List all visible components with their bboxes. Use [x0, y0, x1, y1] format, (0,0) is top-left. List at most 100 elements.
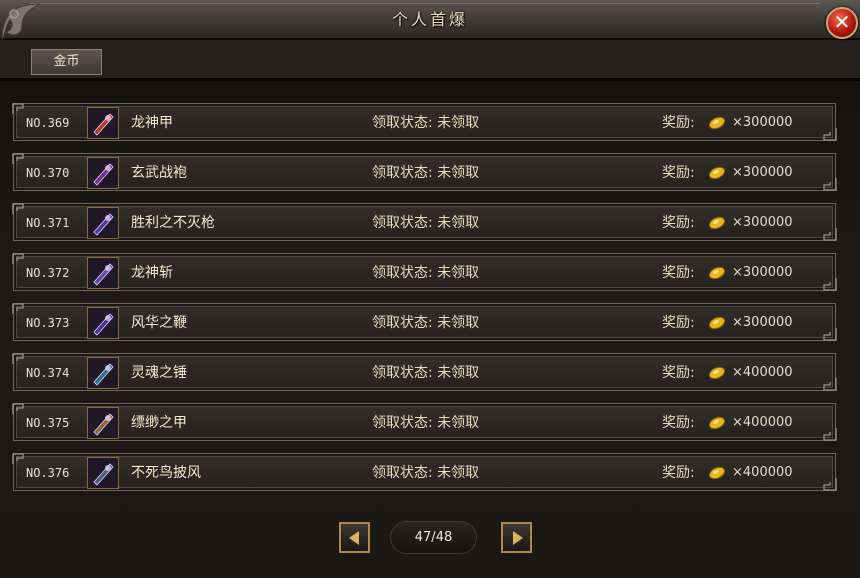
- reward-label: 奖励:: [662, 215, 695, 231]
- reward-amount-value: 400000: [742, 465, 793, 480]
- spear-item-icon[interactable]: [87, 207, 119, 239]
- tab-strip: 金币: [0, 42, 860, 78]
- row-ornament-icon: [823, 328, 837, 341]
- reward-amount-value: 300000: [742, 165, 793, 180]
- multiply-sign: ×: [732, 165, 743, 180]
- rank-number: NO.370: [26, 166, 70, 180]
- rank-number: NO.372: [26, 266, 70, 280]
- gold-coin-icon: [708, 116, 726, 130]
- reward-amount: ×300000: [732, 154, 793, 192]
- claim-status-value: 未领取: [437, 265, 480, 281]
- robe-item-icon[interactable]: [87, 157, 119, 189]
- gold-coin-icon: [708, 466, 726, 480]
- multiply-sign: ×: [732, 265, 743, 280]
- rank-number: NO.376: [26, 466, 70, 480]
- reward-amount: ×400000: [732, 354, 793, 392]
- gold-coin-icon: [708, 266, 726, 280]
- claim-status: 领取状态: 未领取: [372, 354, 479, 392]
- list-row: NO.370 玄武战袍 领取状态: 未领取 奖励: ×300000: [12, 153, 837, 192]
- cloak-item-icon[interactable]: [87, 457, 119, 489]
- list-row: NO.371 胜利之不灭枪 领取状态: 未领取 奖励: ×300000: [12, 203, 837, 242]
- gold-coin-icon: [708, 166, 726, 180]
- claim-status-value: 未领取: [437, 315, 480, 331]
- item-name: 灵魂之锤: [131, 365, 187, 381]
- reward-amount: ×300000: [732, 204, 793, 242]
- list-row: NO.374 灵魂之锤 领取状态: 未领取 奖励: ×400000: [12, 353, 837, 392]
- reward-label: 奖励:: [662, 165, 695, 181]
- reward-label: 奖励:: [662, 115, 695, 131]
- claim-status-value: 未领取: [437, 465, 480, 481]
- whip-item-icon[interactable]: [87, 307, 119, 339]
- list-row: NO.375 缥缈之甲 领取状态: 未领取 奖励: ×400000: [12, 403, 837, 442]
- reward-label: 奖励:: [662, 415, 695, 431]
- close-button[interactable]: ✕: [826, 7, 858, 39]
- reward-label: 奖励:: [662, 465, 695, 481]
- row-ornament-icon: [823, 428, 837, 441]
- gold-coin-icon: [708, 366, 726, 380]
- claim-status-value: 未领取: [437, 115, 480, 131]
- claim-status: 领取状态: 未领取: [372, 454, 479, 492]
- rank-number: NO.374: [26, 366, 70, 380]
- claim-status-label: 领取状态:: [372, 415, 438, 431]
- claim-status: 领取状态: 未领取: [372, 304, 479, 342]
- gold-coin-icon: [708, 416, 726, 430]
- arrow-right-icon: [513, 531, 523, 545]
- reward-amount: ×400000: [732, 404, 793, 442]
- hammer-item-icon[interactable]: [87, 357, 119, 389]
- reward-amount: ×300000: [732, 304, 793, 342]
- tab-gold[interactable]: 金币: [31, 49, 102, 75]
- blade-item-icon[interactable]: [87, 257, 119, 289]
- rank-number: NO.373: [26, 316, 70, 330]
- row-ornament-icon: [823, 478, 837, 491]
- list-row: NO.369 龙神甲 领取状态: 未领取 奖励: ×300000: [12, 103, 837, 142]
- claim-status-value: 未领取: [437, 415, 480, 431]
- claim-status-label: 领取状态:: [372, 315, 438, 331]
- armor-item-icon[interactable]: [87, 107, 119, 139]
- list-row: NO.372 龙神斩 领取状态: 未领取 奖励: ×300000: [12, 253, 837, 292]
- claim-status-label: 领取状态:: [372, 365, 438, 381]
- row-ornament-icon: [823, 378, 837, 391]
- first-drop-window: 个人首爆 ✕ 金币 NO.369 龙神甲 领取状态: 未领取 奖励: ×300000 NO…: [0, 0, 860, 578]
- item-name: 玄武战袍: [131, 165, 187, 181]
- claim-status: 领取状态: 未领取: [372, 404, 479, 442]
- next-page-button[interactable]: [501, 522, 532, 553]
- list-row: NO.373 风华之鞭 领取状态: 未领取 奖励: ×300000: [12, 303, 837, 342]
- reward-amount-value: 300000: [742, 115, 793, 130]
- multiply-sign: ×: [732, 215, 743, 230]
- claim-status-label: 领取状态:: [372, 215, 438, 231]
- reward-amount-value: 300000: [742, 265, 793, 280]
- rank-number: NO.371: [26, 216, 70, 230]
- armor-item-icon[interactable]: [87, 407, 119, 439]
- row-ornament-icon: [823, 178, 837, 191]
- row-ornament-icon: [823, 128, 837, 141]
- item-name: 风华之鞭: [131, 315, 187, 331]
- gold-coin-icon: [708, 316, 726, 330]
- rank-number: NO.369: [26, 116, 70, 130]
- close-icon: ✕: [833, 10, 851, 34]
- multiply-sign: ×: [732, 365, 743, 380]
- reward-amount-value: 400000: [742, 365, 793, 380]
- claim-status-label: 领取状态:: [372, 265, 438, 281]
- row-ornament-icon: [823, 228, 837, 241]
- page-indicator: 47/48: [390, 521, 477, 554]
- rank-number: NO.375: [26, 416, 70, 430]
- list-row: NO.376 不死鸟披风 领取状态: 未领取 奖励: ×400000: [12, 453, 837, 492]
- item-name: 龙神斩: [131, 265, 173, 281]
- multiply-sign: ×: [732, 115, 743, 130]
- prev-page-button[interactable]: [339, 522, 370, 553]
- claim-status-value: 未领取: [437, 165, 480, 181]
- claim-status-value: 未领取: [437, 215, 480, 231]
- claim-status-label: 领取状态:: [372, 465, 438, 481]
- item-name: 龙神甲: [131, 115, 173, 131]
- reward-amount-value: 400000: [742, 415, 793, 430]
- multiply-sign: ×: [732, 465, 743, 480]
- reward-amount: ×300000: [732, 104, 793, 142]
- item-name: 胜利之不灭枪: [131, 215, 215, 231]
- claim-status-value: 未领取: [437, 365, 480, 381]
- reward-amount-value: 300000: [742, 315, 793, 330]
- window-title: 个人首爆: [391, 10, 468, 29]
- item-name: 不死鸟披风: [131, 465, 201, 481]
- gold-coin-icon: [708, 216, 726, 230]
- claim-status: 领取状态: 未领取: [372, 254, 479, 292]
- claim-status: 领取状态: 未领取: [372, 104, 479, 142]
